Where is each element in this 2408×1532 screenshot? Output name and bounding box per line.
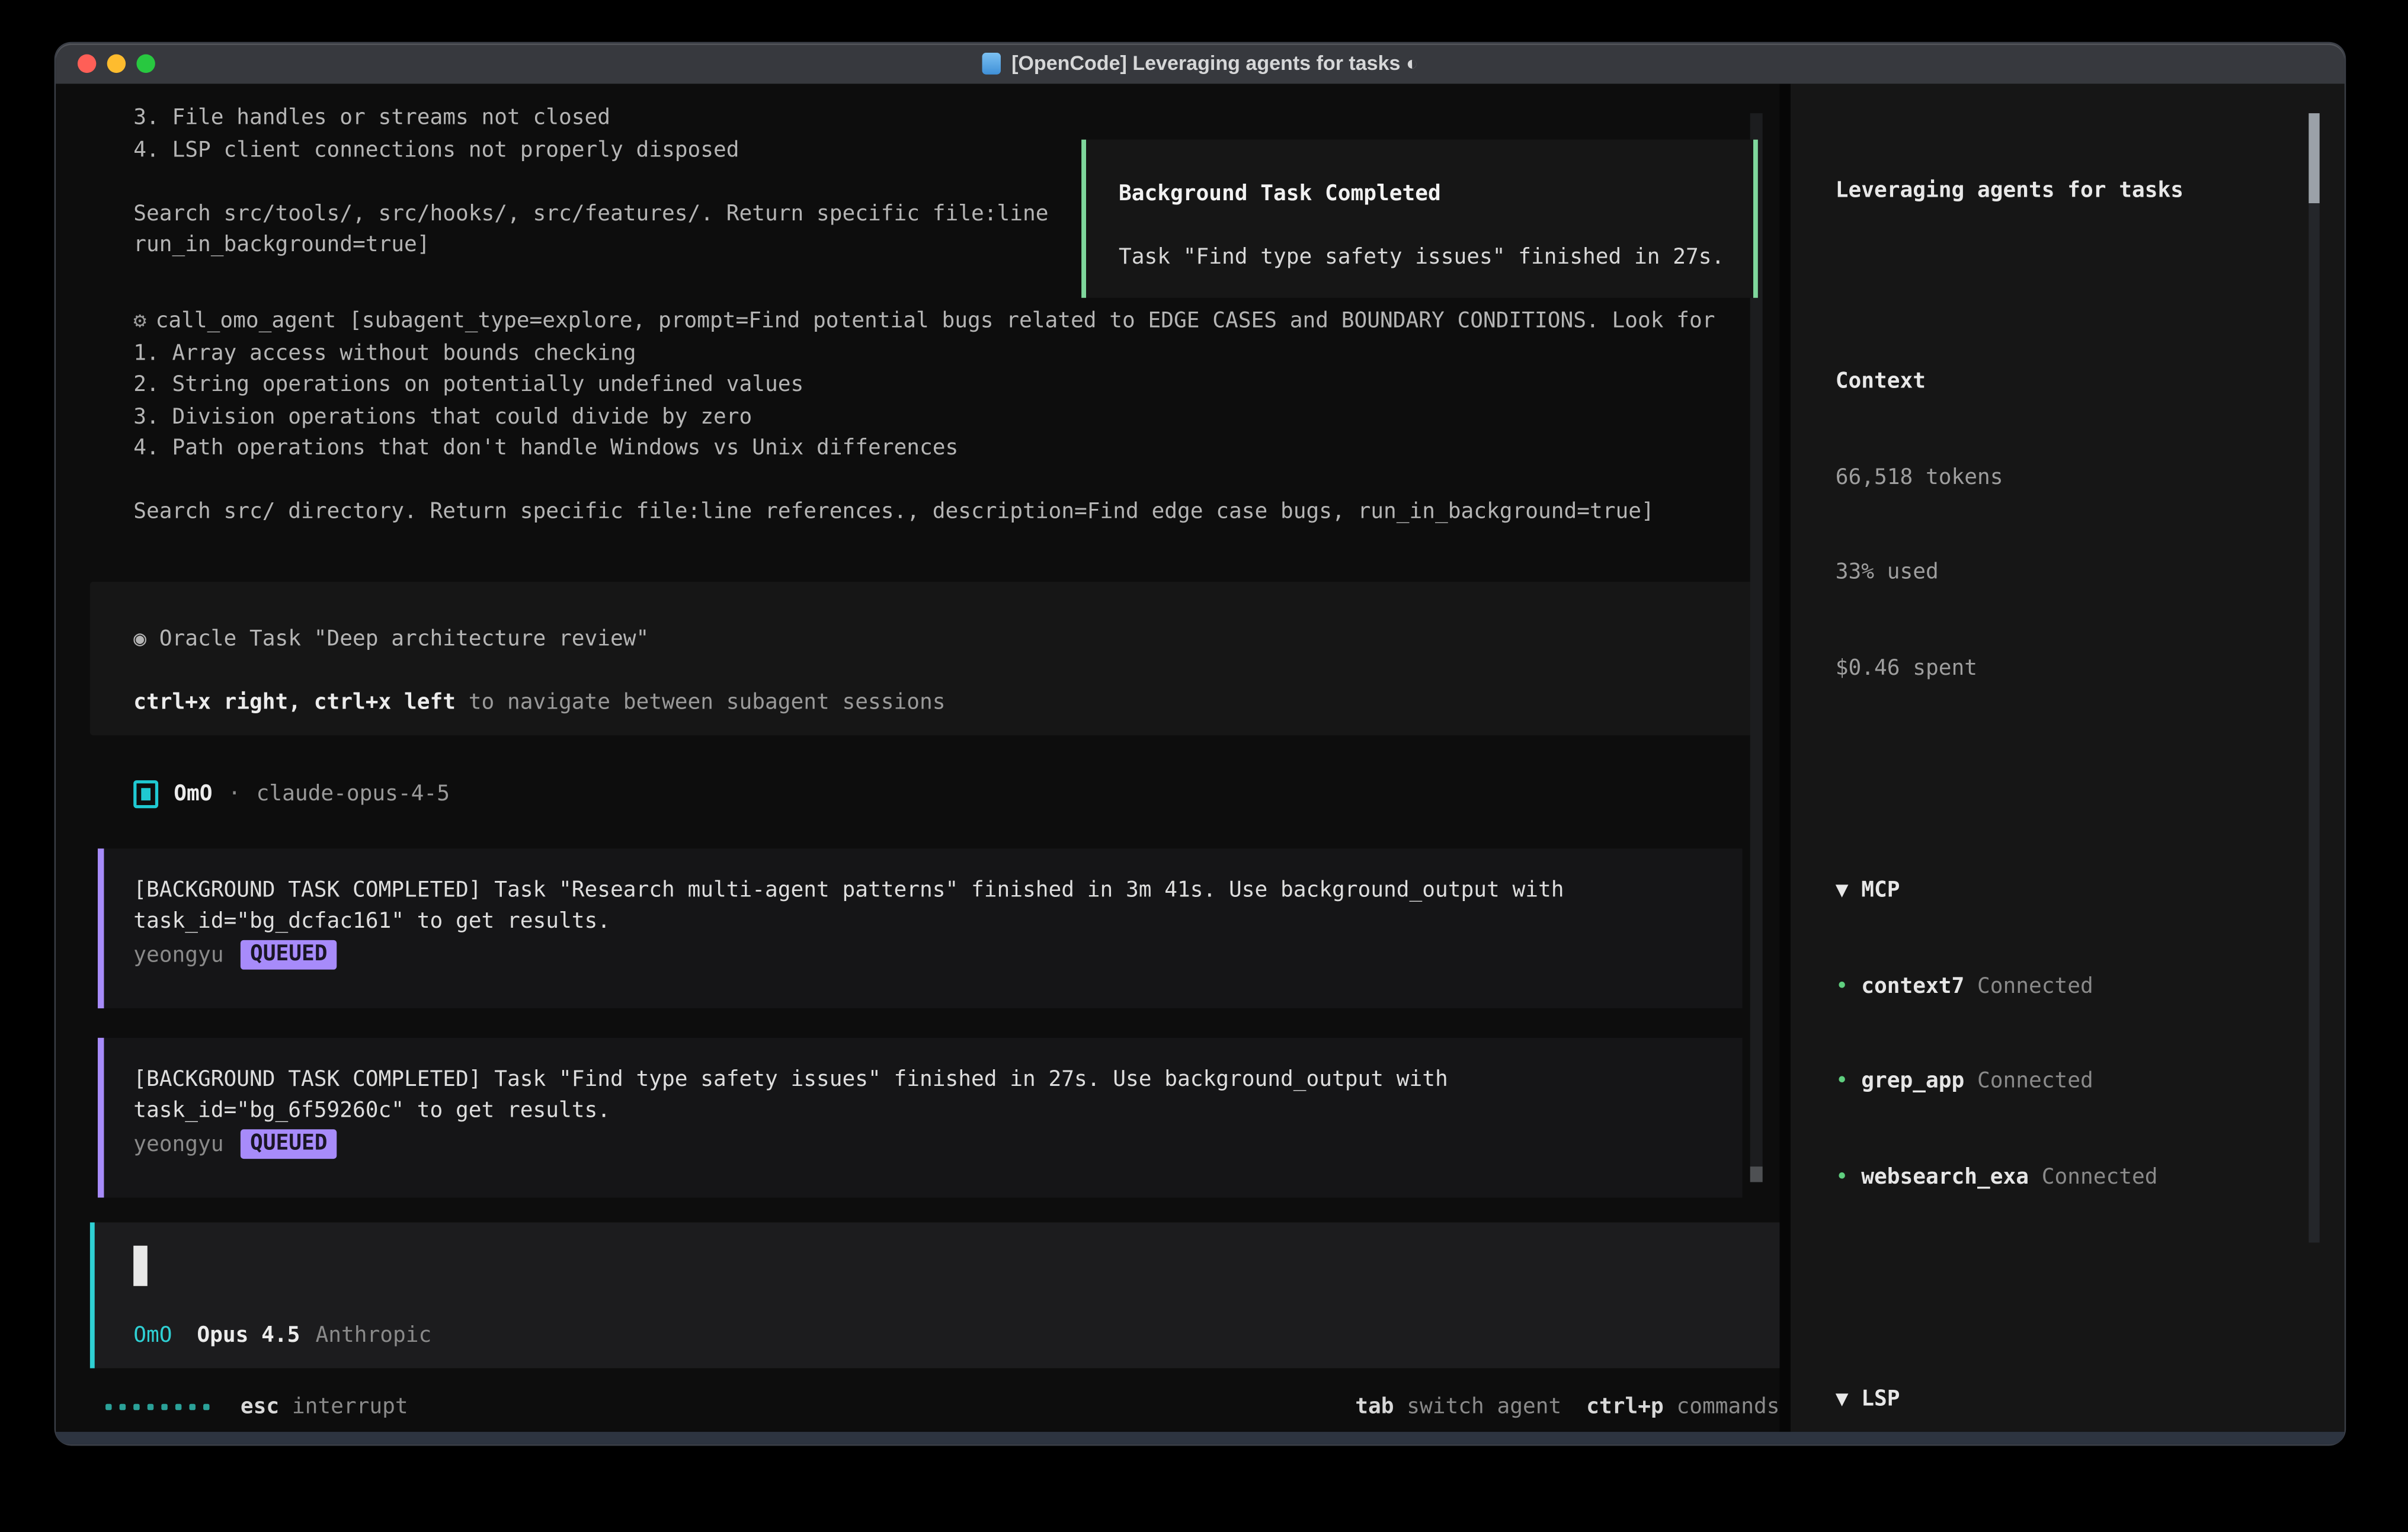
tool-call-text: call_omo_agent [subagent_type=explore, p… — [156, 309, 1715, 334]
subagent-navigation-hint: ctrl+x right, ctrl+x left to navigate be… — [133, 687, 1756, 719]
esc-key-hint: esc — [241, 1392, 279, 1424]
window-title: [OpenCode] Leveraging agents for tasks ◐ — [1011, 43, 1418, 84]
provider-label: Anthropic — [316, 1319, 432, 1351]
omo-agent-icon — [133, 780, 158, 808]
window-title-group: [OpenCode] Leveraging agents for tasks ◐ — [982, 43, 1418, 84]
tab-key-hint: tab — [1355, 1392, 1394, 1424]
task-author: yeongyu — [133, 940, 223, 972]
task-message-line2: task_id="bg_6f59260c" to get results. — [133, 1095, 1742, 1127]
gear-icon: ⚙ — [133, 309, 146, 334]
session-sidebar: Leveraging agents for tasks Context 66,5… — [1791, 84, 2345, 1432]
text-cursor — [133, 1246, 148, 1286]
ctrlp-key-hint: ctrl+p — [1586, 1392, 1664, 1424]
ctrlp-key-label: commands — [1664, 1392, 1780, 1424]
status-dot-icon: • — [1836, 1164, 1862, 1189]
window-titlebar[interactable]: [OpenCode] Leveraging agents for tasks ◐ — [56, 43, 2344, 85]
background-task-toast[interactable]: Background Task Completed Task "Find typ… — [1081, 140, 1758, 298]
minimize-button[interactable] — [107, 55, 126, 73]
session-title: Leveraging agents for tasks — [1836, 175, 2329, 207]
task-author: yeongyu — [133, 1129, 223, 1161]
activity-dots — [105, 1404, 209, 1410]
status-bar: esc interrupt tab switch agent ctrl+p co… — [105, 1392, 1779, 1424]
toast-title: Background Task Completed — [1119, 178, 1747, 210]
agent-header: OmO · claude-opus-4-5 — [133, 774, 450, 815]
mcp-item: • websearch_exa Connected — [1836, 1161, 2329, 1193]
esc-key-label: interrupt — [279, 1392, 408, 1424]
oracle-task-title: ◉ Oracle Task "Deep architecture review" — [133, 623, 1756, 655]
context-spent: $0.46 spent — [1836, 652, 2329, 684]
mcp-item: • context7 Connected — [1836, 970, 2329, 1002]
window-content: 3. File handles or streams not closed 4.… — [56, 84, 2344, 1432]
active-model-label: Opus 4.5 — [197, 1319, 300, 1351]
status-dot-icon: • — [1836, 973, 1862, 998]
shortcut-ctrlx-left: ctrl+x left — [314, 690, 456, 714]
background-task-message: [BACKGROUND TASK COMPLETED] Task "Find t… — [98, 1038, 1743, 1198]
model-selector-line[interactable]: OmO Opus 4.5 Anthropic — [133, 1319, 431, 1351]
mcp-item: • grep_app Connected — [1836, 1066, 2329, 1098]
agent-separator: · — [228, 778, 241, 810]
context-tokens: 66,518 tokens — [1836, 461, 2329, 493]
status-dot-icon: • — [1836, 1069, 1862, 1094]
traffic-lights — [78, 55, 155, 73]
shortcut-ctrlx-right: ctrl+x right, — [133, 690, 314, 714]
status-badge: QUEUED — [241, 941, 337, 970]
close-button[interactable] — [78, 55, 96, 73]
task-message-line1: [BACKGROUND TASK COMPLETED] Task "Find t… — [133, 1063, 1742, 1095]
context-heading: Context — [1836, 366, 2329, 398]
opencode-window: [OpenCode] Leveraging agents for tasks ◐… — [56, 43, 2344, 1444]
agent-model: claude-opus-4-5 — [257, 778, 450, 810]
screen: [OpenCode] Leveraging agents for tasks ◐… — [0, 0, 2408, 1532]
oracle-task-card: ◉ Oracle Task "Deep architecture review"… — [90, 582, 1756, 735]
status-badge: QUEUED — [241, 1130, 337, 1159]
chat-scrollbar-thumb[interactable] — [1750, 1166, 1763, 1182]
hint-text: to navigate between subagent sessions — [456, 690, 946, 714]
zoom-button[interactable] — [136, 55, 155, 73]
context-used: 33% used — [1836, 557, 2329, 589]
chevron-down-icon: ▼ — [1836, 1387, 1862, 1412]
chat-pane: 3. File handles or streams not closed 4.… — [56, 84, 1779, 1432]
window-bottom-edge — [56, 1432, 2344, 1444]
active-agent-label: OmO — [133, 1319, 172, 1351]
sidebar-scrollbar-thumb[interactable] — [2308, 113, 2319, 203]
tab-key-label: switch agent — [1394, 1392, 1562, 1424]
tool-call-detail: 1. Array access without bounds checking … — [133, 338, 1747, 528]
mcp-section-header[interactable]: ▼ MCP — [1836, 875, 2329, 907]
chevron-down-icon: ▼ — [1836, 878, 1862, 903]
task-message-line1: [BACKGROUND TASK COMPLETED] Task "Resear… — [133, 874, 1742, 906]
tool-call-line: ⚙ call_omo_agent [subagent_type=explore, … — [133, 306, 1715, 338]
sidebar-scrollbar[interactable] — [2308, 113, 2319, 1242]
toast-body: Task "Find type safety issues" finished … — [1119, 241, 1747, 273]
task-message-line2: task_id="bg_dcfac161" to get results. — [133, 906, 1742, 938]
agent-name: OmO — [174, 778, 212, 810]
background-task-message: [BACKGROUND TASK COMPLETED] Task "Resear… — [98, 848, 1743, 1008]
prompt-input[interactable]: OmO Opus 4.5 Anthropic — [90, 1222, 1780, 1368]
document-icon — [982, 53, 1000, 75]
lsp-section-header[interactable]: ▼ LSP — [1836, 1384, 2329, 1416]
